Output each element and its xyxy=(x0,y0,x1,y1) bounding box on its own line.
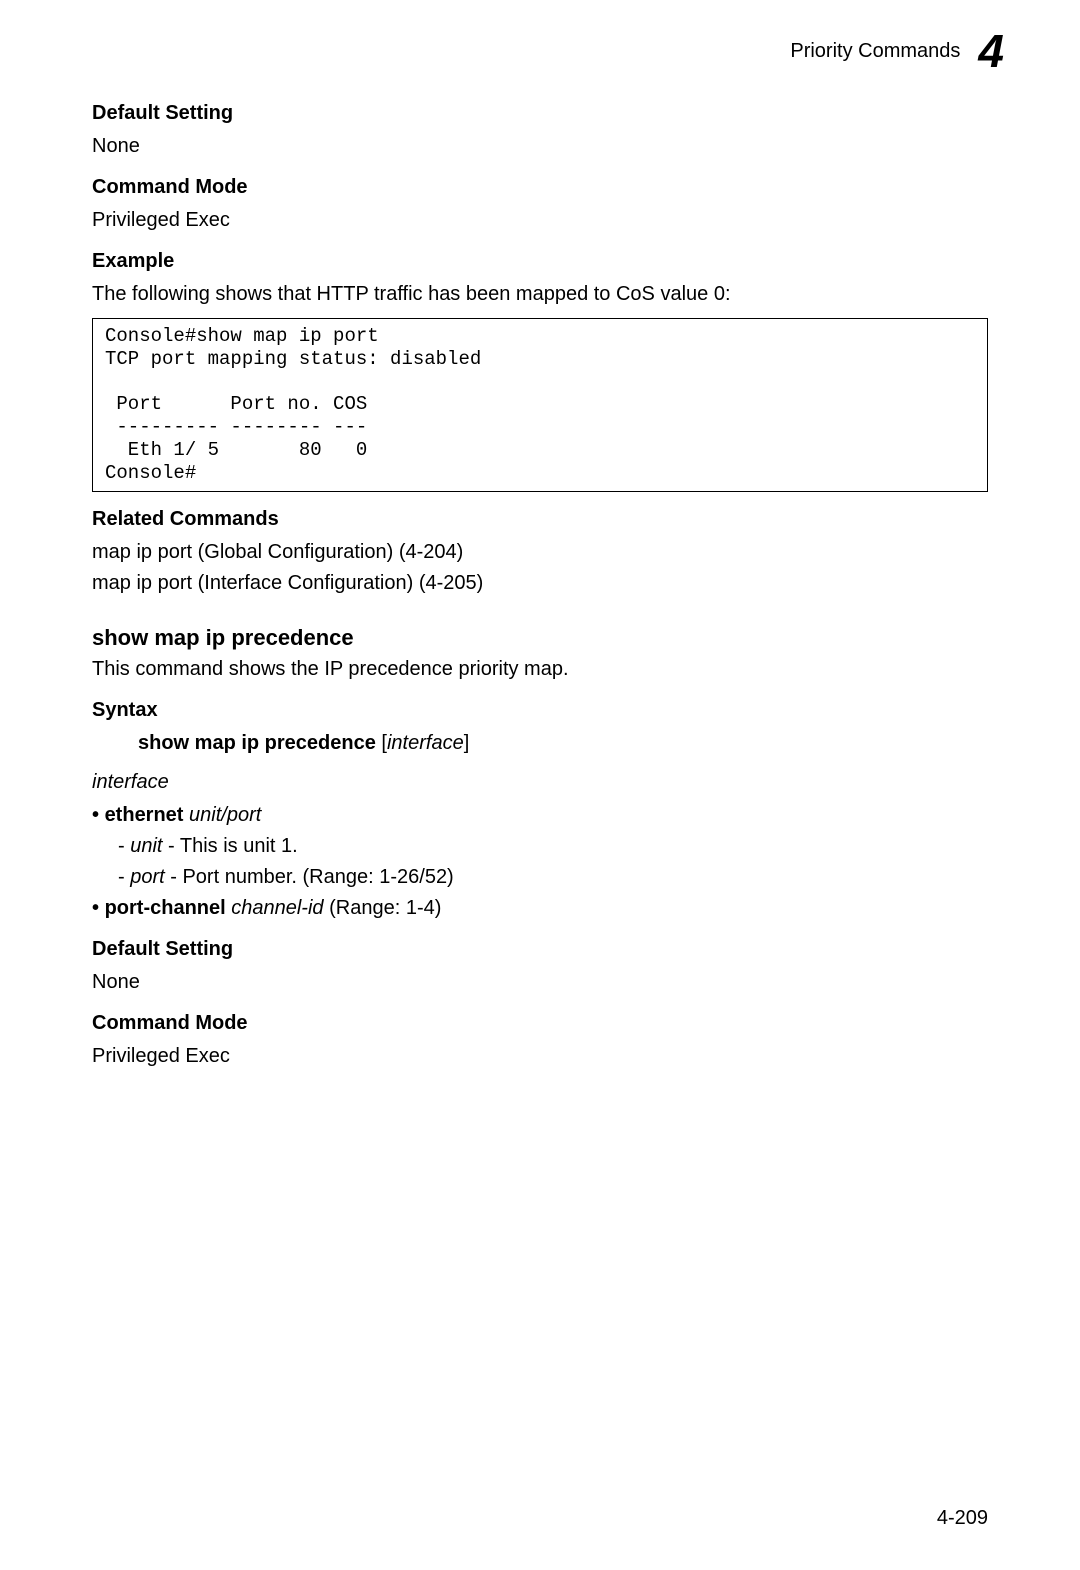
ethernet-sub-list: unit - This is unit 1. port - Port numbe… xyxy=(118,833,988,891)
ethernet-port-line: port - Port number. (Range: 1-26/52) xyxy=(118,864,988,891)
header-chapter-number: 4 xyxy=(978,28,1002,74)
syntax-option-ethernet: ethernet unit/port unit - This is unit 1… xyxy=(92,802,988,891)
page-number: 4-209 xyxy=(937,1505,988,1532)
command-name-heading: show map ip precedence xyxy=(92,623,988,653)
related-command-2: map ip port (Interface Configuration) (4… xyxy=(92,570,988,597)
port-channel-range: (Range: 1-4) xyxy=(329,897,441,919)
command-mode-body-1: Privileged Exec xyxy=(92,207,988,234)
example-heading: Example xyxy=(92,248,988,275)
syntax-heading: Syntax xyxy=(92,697,988,724)
example-intro-text: The following shows that HTTP traffic ha… xyxy=(92,281,988,308)
related-command-1: map ip port (Global Configuration) (4-20… xyxy=(92,539,988,566)
page-content: Default Setting None Command Mode Privil… xyxy=(92,100,988,1070)
page: Priority Commands 4 Default Setting None… xyxy=(0,0,1080,1570)
related-commands-heading: Related Commands xyxy=(92,506,988,533)
ethernet-keyword: ethernet xyxy=(105,804,184,826)
syntax-line: show map ip precedence [interface] xyxy=(138,730,988,757)
page-header: Priority Commands 4 xyxy=(790,28,1002,74)
port-ital: port xyxy=(130,866,164,888)
command-mode-heading-1: Command Mode xyxy=(92,174,988,201)
default-setting-body-2: None xyxy=(92,969,988,996)
port-channel-param: channel-id xyxy=(231,897,323,919)
default-setting-heading-2: Default Setting xyxy=(92,936,988,963)
unit-desc: - This is unit 1. xyxy=(162,835,297,857)
syntax-command-bold: show map ip precedence xyxy=(138,732,376,754)
unit-ital: unit xyxy=(130,835,162,857)
ethernet-unit-line: unit - This is unit 1. xyxy=(118,833,988,860)
default-setting-body-1: None xyxy=(92,133,988,160)
header-section-title: Priority Commands xyxy=(790,38,960,65)
command-mode-heading-2: Command Mode xyxy=(92,1010,988,1037)
port-desc: - Port number. (Range: 1-26/52) xyxy=(165,866,454,888)
ethernet-param: unit/port xyxy=(189,804,261,826)
port-channel-keyword: port-channel xyxy=(105,897,226,919)
command-mode-body-2: Privileged Exec xyxy=(92,1043,988,1070)
syntax-option-port-channel: port-channel channel-id (Range: 1-4) xyxy=(92,895,988,922)
example-code-box: Console#show map ip port TCP port mappin… xyxy=(92,318,988,492)
command-description: This command shows the IP precedence pri… xyxy=(92,656,988,683)
syntax-options-list: ethernet unit/port unit - This is unit 1… xyxy=(92,802,988,922)
default-setting-heading-1: Default Setting xyxy=(92,100,988,127)
interface-subhead: interface xyxy=(92,769,988,796)
syntax-param-ital: interface xyxy=(387,732,464,754)
